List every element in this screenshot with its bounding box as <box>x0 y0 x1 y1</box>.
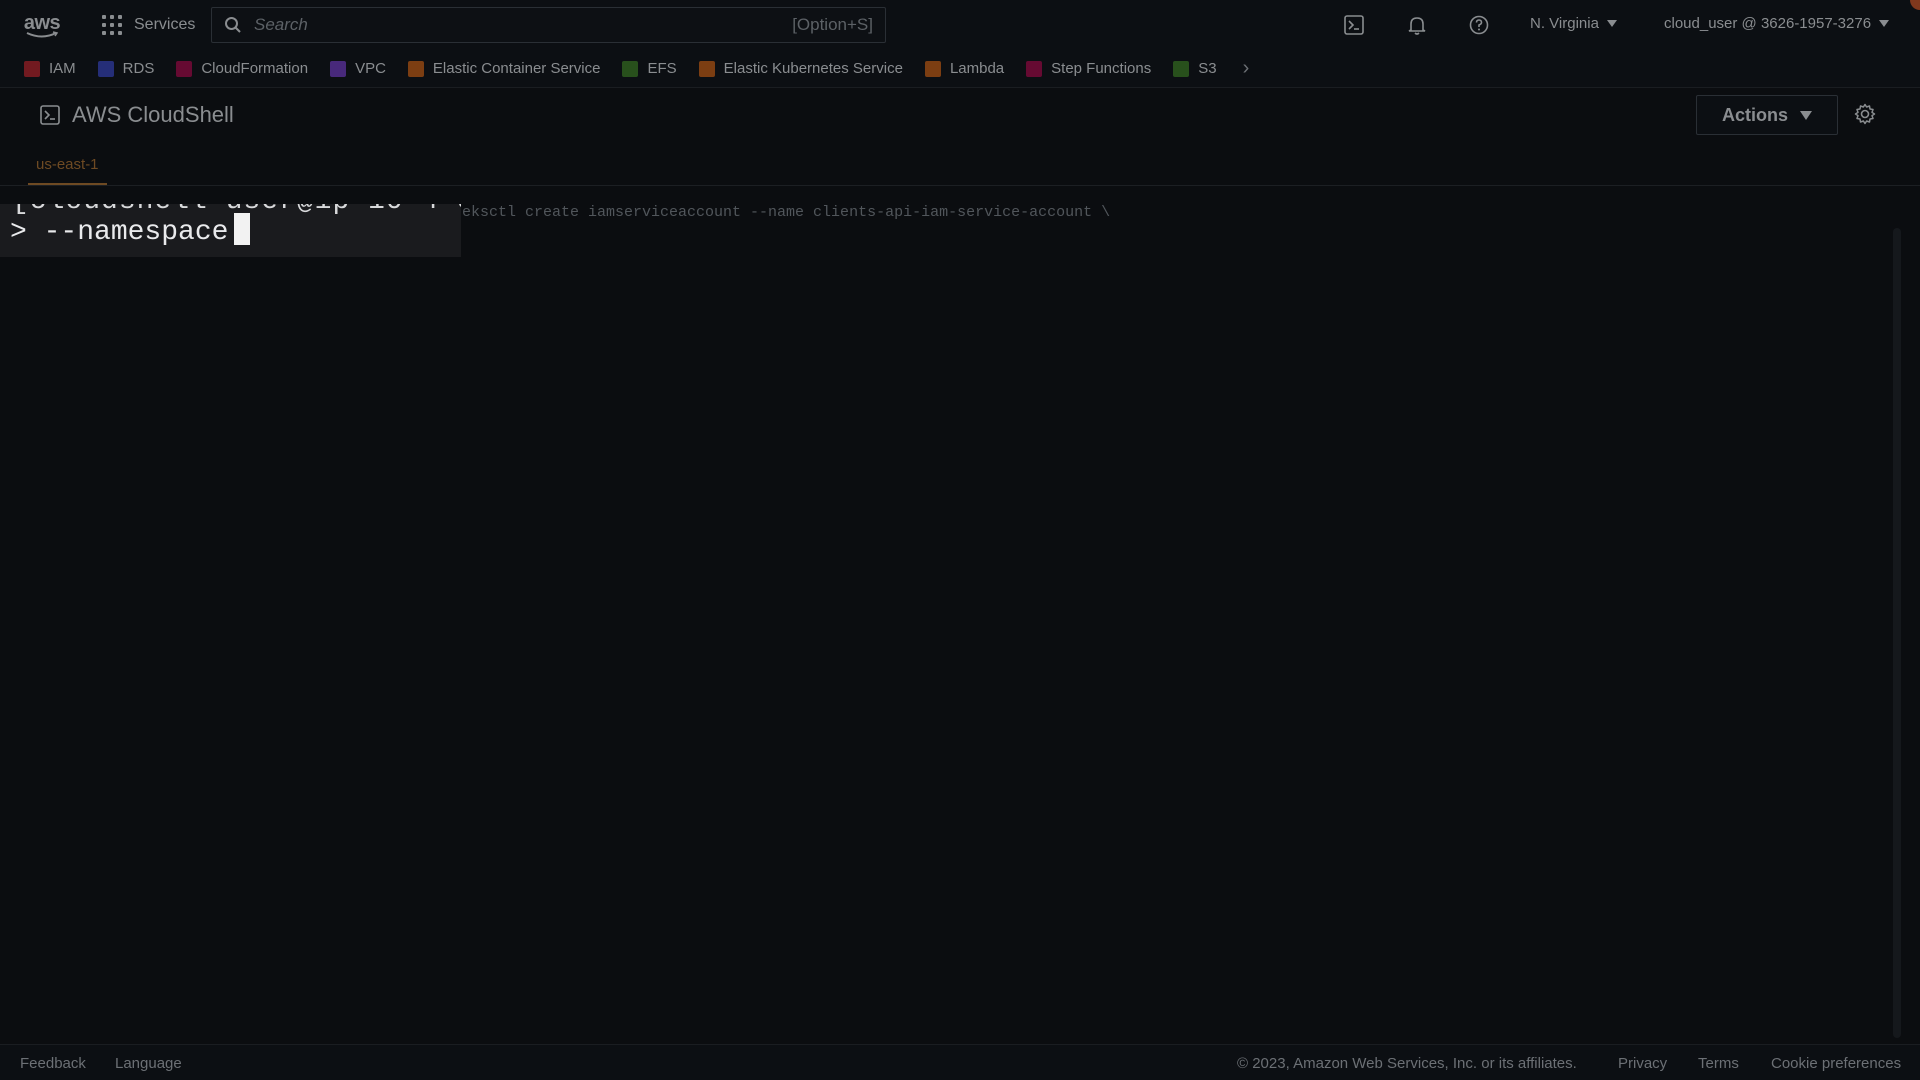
favorite-label: Elastic Container Service <box>432 60 601 77</box>
favorite-label: Elastic Kubernetes Service <box>723 60 903 77</box>
favorite-label: Lambda <box>949 60 1005 77</box>
favorite-label: Step Functions <box>1051 60 1152 77</box>
feedback-link[interactable]: Feedback <box>20 1055 86 1072</box>
caret-down-icon <box>1879 20 1890 27</box>
cloudshell-icon <box>40 105 60 125</box>
step-functions-service-icon <box>1026 60 1043 77</box>
favorite-label: VPC <box>355 60 386 77</box>
favorite-label: IAM <box>49 60 76 77</box>
favorite-efs[interactable]: EFS <box>622 60 677 77</box>
caret-down-icon <box>1800 110 1812 120</box>
favorite-label: S3 <box>1198 60 1217 77</box>
services-label: Services <box>134 16 196 33</box>
search-input[interactable] <box>254 15 793 35</box>
cloudshell-icon[interactable] <box>1342 13 1366 37</box>
notifications-bell-icon[interactable] <box>1405 13 1429 37</box>
account-label: cloud_user @ 3626-1957-3276 <box>1664 15 1872 32</box>
page-title: AWS CloudShell <box>40 102 234 128</box>
vpc-service-icon <box>330 60 347 77</box>
s3-service-icon <box>1173 60 1190 77</box>
language-link[interactable]: Language <box>115 1055 182 1072</box>
zoom-magnifier-overlay: [cloudshell-user@ip-10-4-36 > --namespac… <box>0 204 461 257</box>
search-shortcut-hint: [Option+S] <box>792 15 873 34</box>
region-selector[interactable]: N. Virginia <box>1530 15 1617 32</box>
cloudshell-header: AWS CloudShell Actions us-east-1 <box>0 88 1920 186</box>
favorite-s3[interactable]: S3 <box>1173 60 1217 77</box>
ecs-service-icon <box>407 60 424 77</box>
chevron-right-icon[interactable]: › <box>1243 57 1250 80</box>
favorite-label: EFS <box>647 60 677 77</box>
eks-service-icon <box>698 60 715 77</box>
favorite-lambda[interactable]: Lambda <box>924 60 1005 77</box>
aws-smile-icon <box>26 30 59 37</box>
services-menu-button[interactable]: Services <box>102 13 195 37</box>
caret-down-icon <box>1606 20 1617 27</box>
privacy-link[interactable]: Privacy <box>1618 1055 1667 1072</box>
region-label: N. Virginia <box>1530 15 1599 32</box>
gear-icon[interactable] <box>1854 103 1876 125</box>
iam-service-icon <box>24 60 40 77</box>
corner-indicator <box>1910 0 1920 10</box>
search-icon <box>225 17 241 33</box>
terminal-scrollbar[interactable] <box>1893 228 1901 1038</box>
terminal-command-line: eksctl create iamserviceaccount --name c… <box>462 204 1111 221</box>
aws-logo[interactable]: aws <box>20 8 64 42</box>
copyright-text: © 2023, Amazon Web Services, Inc. or its… <box>1237 1055 1577 1072</box>
favorite-label: CloudFormation <box>201 60 309 77</box>
page-title-text: AWS CloudShell <box>72 102 234 127</box>
zoom-continuation-line: > --namespace <box>10 213 251 248</box>
top-navigation-bar: aws Services [Option+S] <box>0 0 1920 50</box>
efs-service-icon <box>622 60 639 77</box>
favorite-ecs[interactable]: Elastic Container Service <box>407 60 601 77</box>
lambda-service-icon <box>924 60 941 77</box>
grid-icon <box>102 15 122 35</box>
search-bar[interactable]: [Option+S] <box>211 7 886 43</box>
favorite-iam[interactable]: IAM <box>24 60 76 77</box>
favorite-cloudformation[interactable]: CloudFormation <box>176 60 308 77</box>
footer: Feedback Language © 2023, Amazon Web Ser… <box>0 1044 1920 1080</box>
terminal-area[interactable]: eksctl create iamserviceaccount --name c… <box>0 187 1920 1043</box>
cookie-preferences-link[interactable]: Cookie preferences <box>1771 1055 1901 1072</box>
actions-label: Actions <box>1721 104 1788 125</box>
favorite-rds[interactable]: RDS <box>97 60 155 77</box>
favorite-vpc[interactable]: VPC <box>330 60 386 77</box>
favorite-label: RDS <box>122 60 155 77</box>
favorites-bar: IAM RDS CloudFormation VPC Elastic Conta… <box>0 50 1920 88</box>
help-icon[interactable] <box>1467 13 1491 37</box>
cloudformation-service-icon <box>176 60 193 77</box>
account-menu[interactable]: cloud_user @ 3626-1957-3276 <box>1664 15 1890 32</box>
favorite-eks[interactable]: Elastic Kubernetes Service <box>698 60 903 77</box>
terminal-cursor <box>234 213 251 245</box>
actions-button[interactable]: Actions <box>1696 95 1838 135</box>
zoom-continuation-text: > --namespace <box>10 217 229 248</box>
rds-service-icon <box>97 60 114 77</box>
terms-link[interactable]: Terms <box>1698 1055 1739 1072</box>
favorite-step-functions[interactable]: Step Functions <box>1026 60 1151 77</box>
tab-us-east-1[interactable]: us-east-1 <box>28 156 107 185</box>
